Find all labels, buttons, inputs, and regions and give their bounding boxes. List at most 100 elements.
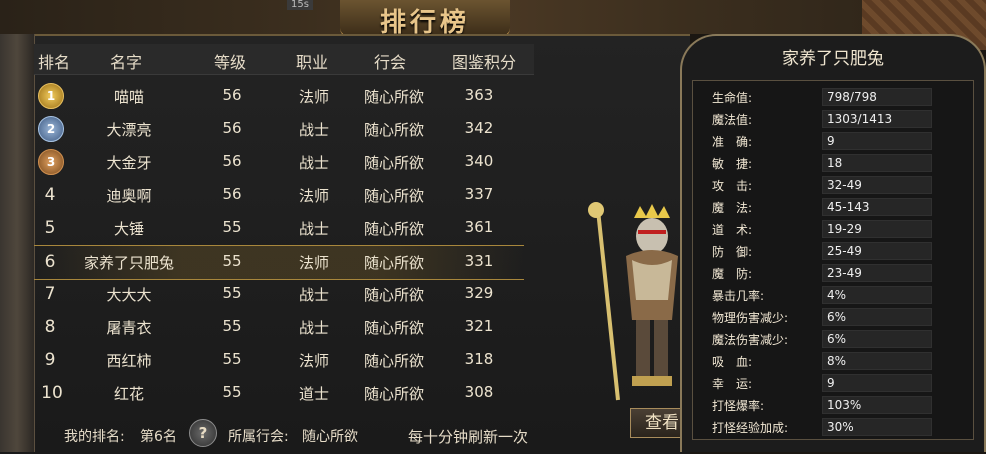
stat-value: 9 xyxy=(822,132,932,150)
player-score: 342 xyxy=(464,119,494,137)
stat-label: 道 术: xyxy=(712,223,753,237)
leaderboard-title: 排行榜 xyxy=(379,8,470,38)
stat-value: 25-49 xyxy=(822,242,932,260)
player-score: 331 xyxy=(464,252,494,270)
player-class: 道士 xyxy=(298,385,329,403)
player-score: 308 xyxy=(464,383,494,401)
stat-label: 魔法伤害减少: xyxy=(712,333,789,347)
stat-label: 物理伤害减少: xyxy=(712,311,789,325)
player-guild: 随心所欲 xyxy=(363,352,424,370)
stat-value: 1303/1413 xyxy=(822,110,932,128)
player-level: 56 xyxy=(222,152,242,170)
stat-value: 798/798 xyxy=(822,88,932,106)
table-row[interactable]: 3 大金牙 56 战士 随心所欲 340 xyxy=(34,146,524,179)
table-row[interactable]: 5 大锤 55 战士 随心所欲 361 xyxy=(34,212,524,245)
player-rank: 7 xyxy=(44,284,56,304)
col-score: 图鉴积分 xyxy=(452,53,517,72)
gold-medal-icon: 1 xyxy=(38,83,64,109)
player-rank: 9 xyxy=(44,350,56,370)
player-guild: 随心所欲 xyxy=(363,121,424,139)
player-guild: 随心所欲 xyxy=(363,187,424,205)
player-class: 战士 xyxy=(298,319,329,337)
stat-label: 攻 击: xyxy=(712,179,753,193)
stat-label: 幸 运: xyxy=(712,377,753,391)
table-row[interactable]: 7 大大大 55 战士 随心所欲 329 xyxy=(34,278,524,311)
table-row[interactable]: 8 屠青衣 55 战士 随心所欲 321 xyxy=(34,311,524,344)
stat-value: 4% xyxy=(822,286,932,304)
my-rank-value: 第6名 xyxy=(140,429,177,445)
character-avatar xyxy=(588,202,678,401)
player-class: 法师 xyxy=(298,254,329,272)
stat-label: 魔 防: xyxy=(712,267,753,281)
player-score: 337 xyxy=(464,185,494,203)
stat-value: 9 xyxy=(822,374,932,392)
col-class: 职业 xyxy=(296,53,329,72)
table-row[interactable]: 10 红花 55 道士 随心所欲 308 xyxy=(34,377,524,410)
table-row[interactable]: 4 迪奥啊 56 法师 随心所欲 337 xyxy=(34,179,524,212)
player-name: 喵喵 xyxy=(113,88,144,106)
stat-label: 魔法值: xyxy=(712,113,753,127)
player-score: 329 xyxy=(464,284,494,302)
table-row-selected[interactable]: 6 家养了只肥兔 55 法师 随心所欲 331 xyxy=(34,245,524,280)
col-level: 等级 xyxy=(214,53,247,72)
player-guild: 随心所欲 xyxy=(363,88,424,106)
bronze-medal-icon: 3 xyxy=(38,149,64,175)
question-mark-icon[interactable]: ? xyxy=(189,419,217,447)
table-row[interactable]: 9 西红柿 55 法师 随心所欲 318 xyxy=(34,344,524,377)
player-name: 西红柿 xyxy=(106,352,152,370)
player-name: 大大大 xyxy=(106,286,152,304)
player-guild: 随心所欲 xyxy=(363,319,424,337)
player-level: 55 xyxy=(222,350,242,368)
table-header: 排名 名字 等级 职业 行会 图鉴积分 xyxy=(34,44,534,75)
player-name: 迪奥啊 xyxy=(106,187,152,205)
player-rank: 4 xyxy=(44,185,56,205)
stat-label: 生命值: xyxy=(712,91,753,105)
player-class: 战士 xyxy=(298,220,329,238)
stat-value: 32-49 xyxy=(822,176,932,194)
stat-value: 30% xyxy=(822,418,932,436)
player-score: 363 xyxy=(464,86,494,104)
stats-panel-title: 家养了只肥兔 xyxy=(782,49,884,69)
timer-readout: 15s xyxy=(287,0,313,10)
stat-label: 打怪经验加成: xyxy=(712,421,789,435)
col-name: 名字 xyxy=(110,53,143,72)
stat-value: 19-29 xyxy=(822,220,932,238)
my-rank-label: 我的排名: xyxy=(64,429,125,445)
refresh-note: 每十分钟刷新一次 xyxy=(408,428,529,446)
player-guild: 随心所欲 xyxy=(363,220,424,238)
table-row[interactable]: 2 大漂亮 56 战士 随心所欲 342 xyxy=(34,113,524,146)
player-rank: 8 xyxy=(44,317,56,337)
stat-label: 准 确: xyxy=(712,135,753,149)
player-class: 法师 xyxy=(298,88,329,106)
stat-label: 吸 血: xyxy=(712,355,753,369)
player-guild: 随心所欲 xyxy=(363,286,424,304)
stat-value: 18 xyxy=(822,154,932,172)
player-level: 55 xyxy=(222,284,242,302)
player-score: 321 xyxy=(464,317,494,335)
player-name: 大漂亮 xyxy=(106,121,152,139)
player-level: 56 xyxy=(222,86,242,104)
player-level: 56 xyxy=(222,185,242,203)
col-rank: 排名 xyxy=(38,53,71,72)
player-level: 55 xyxy=(222,383,242,401)
player-class: 法师 xyxy=(298,187,329,205)
player-rank: 10 xyxy=(41,383,63,403)
player-name: 大金牙 xyxy=(106,154,152,172)
player-level: 55 xyxy=(222,252,242,270)
stat-label: 敏 捷: xyxy=(712,157,753,171)
player-class: 法师 xyxy=(298,352,329,370)
player-guild: 随心所欲 xyxy=(363,154,424,172)
table-row[interactable]: 1 喵喵 56 法师 随心所欲 363 xyxy=(34,80,524,113)
guild-value: 随心所欲 xyxy=(302,429,358,445)
player-class: 战士 xyxy=(298,286,329,304)
stat-label: 暴击几率: xyxy=(712,289,765,303)
stat-value: 23-49 xyxy=(822,264,932,282)
stat-value: 6% xyxy=(822,308,932,326)
player-name: 家养了只肥兔 xyxy=(83,254,174,272)
stat-label: 防 御: xyxy=(712,245,753,259)
stat-label: 魔 法: xyxy=(712,201,753,215)
stat-value: 45-143 xyxy=(822,198,932,216)
player-name: 红花 xyxy=(113,385,144,403)
col-guild: 行会 xyxy=(374,53,407,72)
player-score: 318 xyxy=(464,350,494,368)
